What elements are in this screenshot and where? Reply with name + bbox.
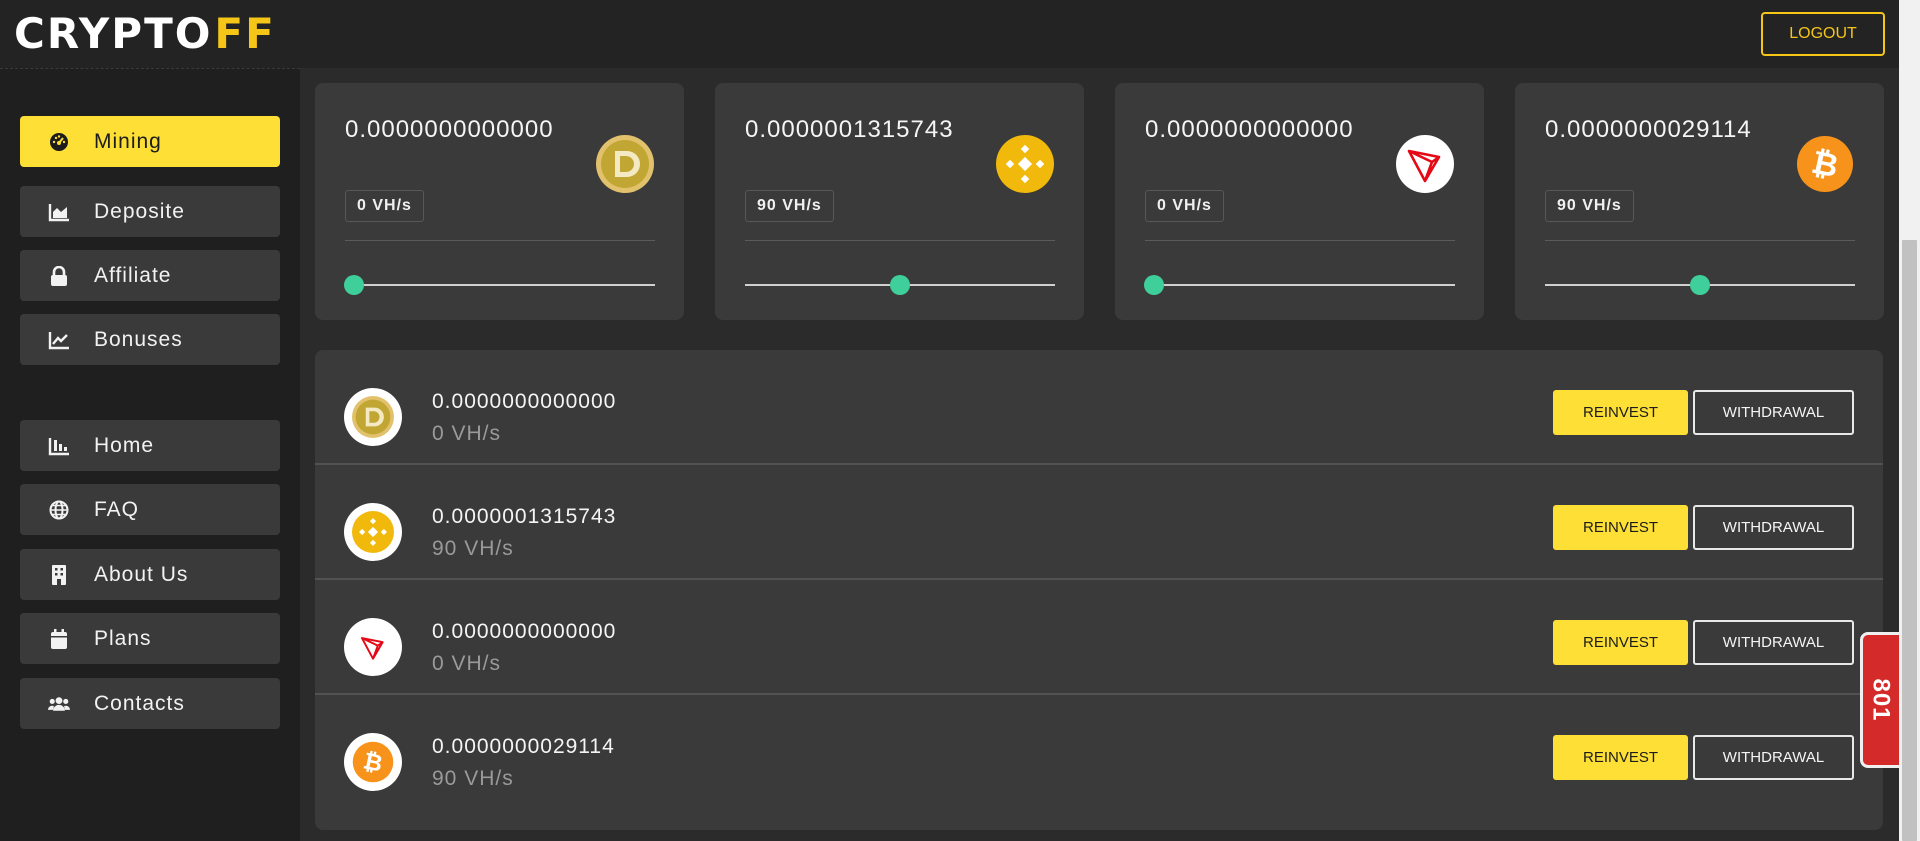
sidebar-item-label: Home [94, 433, 155, 457]
bitcoin-icon: ₿ [344, 733, 402, 791]
sidebar-item-home[interactable]: Home [20, 420, 280, 471]
sidebar-item-label: Affiliate [94, 263, 172, 287]
coin-card-dogecoin: 0.0000000000000 0 VH/s [315, 83, 684, 320]
sidebar-item-about-us[interactable]: About Us [20, 549, 280, 600]
sidebar-item-contacts[interactable]: Contacts [20, 678, 280, 729]
card-progress-slider[interactable] [745, 275, 1055, 295]
sidebar-item-label: Deposite [94, 199, 185, 223]
row-speed: 0 VH/s [432, 652, 502, 675]
sidebar-item-plans[interactable]: Plans [20, 613, 280, 664]
tron-icon [1396, 135, 1454, 193]
wallet-row-bitcoin: ₿ 0.0000000029114 90 VH/s REINVEST WITHD… [315, 695, 1883, 810]
coin-card-bitcoin: 0.0000000029114 ₿ 90 VH/s [1515, 83, 1884, 320]
withdrawal-button[interactable]: WITHDRAWAL [1693, 390, 1854, 435]
globe-icon [48, 499, 70, 521]
card-speed-badge: 90 VH/s [745, 190, 834, 222]
sidebar-item-label: About Us [94, 562, 189, 586]
coin-card-tron: 0.0000000000000 0 VH/s [1115, 83, 1484, 320]
slider-knob[interactable] [1690, 275, 1710, 295]
row-amount: 0.0000000000000 [432, 390, 617, 413]
top-header: CRYPTO FF LOGOUT [0, 0, 1899, 68]
sidebar-item-bonuses[interactable]: Bonuses [20, 314, 280, 365]
row-speed: 0 VH/s [432, 422, 502, 445]
slider-track [345, 284, 655, 286]
scrollbar-thumb[interactable] [1902, 240, 1917, 841]
card-progress-slider[interactable] [344, 275, 655, 295]
row-amount: 0.0000000000000 [432, 620, 617, 643]
sidebar-item-label: Mining [94, 129, 162, 153]
tron-icon [344, 618, 402, 676]
card-amount: 0.0000001315743 [745, 116, 954, 143]
card-amount: 0.0000000029114 [1545, 116, 1752, 143]
withdrawal-button[interactable]: WITHDRAWAL [1693, 620, 1854, 665]
card-speed-badge: 0 VH/s [345, 190, 424, 222]
page-scrollbar[interactable] [1899, 0, 1920, 841]
bnb-icon [344, 503, 402, 561]
row-amount: 0.0000000029114 [432, 735, 615, 758]
wallet-row-dogecoin: 0.0000000000000 0 VH/s REINVEST WITHDRAW… [315, 350, 1883, 465]
card-amount: 0.0000000000000 [345, 116, 554, 143]
side-tab-label: 801 [1868, 678, 1896, 722]
slider-knob[interactable] [1144, 275, 1165, 295]
logo-accent: FF [214, 8, 276, 58]
reinvest-button[interactable]: REINVEST [1553, 505, 1688, 550]
site-logo[interactable]: CRYPTO FF [14, 8, 276, 58]
sidebar-item-label: Bonuses [94, 327, 183, 351]
wallet-row-bnb: 0.0000001315743 90 VH/s REINVEST WITHDRA… [315, 465, 1883, 580]
floating-side-tab[interactable]: 801 [1860, 632, 1899, 768]
logout-button[interactable]: LOGOUT [1761, 12, 1885, 56]
sidebar-item-label: FAQ [94, 497, 140, 521]
reinvest-button[interactable]: REINVEST [1553, 735, 1688, 780]
sidebar-item-mining[interactable]: Mining [20, 116, 280, 167]
slider-track [1145, 284, 1455, 286]
card-divider [745, 240, 1055, 241]
coin-card-bnb: 0.0000001315743 90 VH/s [715, 83, 1084, 320]
withdrawal-button[interactable]: WITHDRAWAL [1693, 505, 1854, 550]
lock-icon [48, 265, 70, 287]
dogecoin-icon [344, 388, 402, 446]
calendar-icon [48, 628, 70, 650]
withdrawal-button[interactable]: WITHDRAWAL [1693, 735, 1854, 780]
dogecoin-icon [596, 135, 654, 193]
card-progress-slider[interactable] [1545, 275, 1855, 295]
dashboard-gauge-icon [48, 131, 70, 153]
slider-knob[interactable] [344, 275, 365, 295]
card-divider [345, 240, 655, 241]
wallet-list-panel: 0.0000000000000 0 VH/s REINVEST WITHDRAW… [315, 350, 1883, 830]
slider-knob[interactable] [890, 275, 910, 295]
logo-text: CRYPTO [14, 8, 213, 58]
card-divider [1145, 240, 1455, 241]
row-speed: 90 VH/s [432, 537, 514, 560]
card-divider [1545, 240, 1855, 241]
sidebar-item-affiliate[interactable]: Affiliate [20, 250, 280, 301]
reinvest-button[interactable]: REINVEST [1553, 390, 1688, 435]
bnb-icon [996, 135, 1054, 193]
sidebar-item-faq[interactable]: FAQ [20, 484, 280, 535]
card-speed-badge: 90 VH/s [1545, 190, 1634, 222]
reinvest-button[interactable]: REINVEST [1553, 620, 1688, 665]
line-chart-icon [48, 329, 70, 351]
sidebar-item-deposite[interactable]: Deposite [20, 186, 280, 237]
building-icon [48, 564, 70, 586]
row-speed: 90 VH/s [432, 767, 514, 790]
sidebar-item-label: Plans [94, 626, 152, 650]
bar-chart-icon [48, 435, 70, 457]
card-speed-badge: 0 VH/s [1145, 190, 1224, 222]
sidebar: Mining Deposite Affiliate Bonuses Home F… [0, 68, 300, 841]
bitcoin-icon: ₿ [1797, 136, 1853, 192]
row-amount: 0.0000001315743 [432, 505, 617, 528]
wallet-row-tron: 0.0000000000000 0 VH/s REINVEST WITHDRAW… [315, 580, 1883, 695]
sidebar-item-label: Contacts [94, 691, 185, 715]
users-icon [48, 693, 70, 715]
card-amount: 0.0000000000000 [1145, 116, 1354, 143]
card-progress-slider[interactable] [1144, 275, 1455, 295]
area-chart-icon [48, 201, 70, 223]
